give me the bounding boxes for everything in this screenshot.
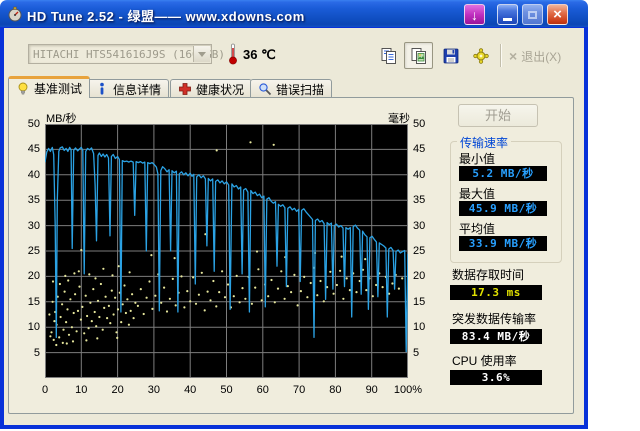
transfer-rate-groupbox: 传输速率 最小值 5.2 MB/秒 最大值 45.9 MB/秒 平均值 33.9… [450, 134, 562, 263]
min-label: 最小值 [459, 152, 496, 166]
tab-label: 健康状况 [196, 82, 245, 97]
axis-tick-label: 60 [256, 384, 269, 396]
max-label: 最大值 [459, 187, 496, 201]
drive-select-combobox[interactable]: HITACHI HTS541616J9S (160 GB) [28, 44, 225, 64]
y-axis-right-unit: 毫秒 [388, 113, 410, 125]
axis-tick-label: 40 [184, 384, 197, 396]
tab-label: 信息详情 [113, 82, 162, 97]
hdtune-window: HD Tune 2.52 - 绿盟—— www.xdowns.com ↓ × H… [0, 0, 588, 429]
minimize-button[interactable] [497, 4, 518, 25]
axis-tick-label: 10 [75, 384, 88, 396]
minimize-icon [503, 18, 512, 21]
combobox-dropdown-button[interactable] [193, 46, 210, 62]
axis-tick-label: 30 [27, 219, 40, 232]
transfer-rate-group-title: 传输速率 [457, 134, 512, 151]
tab-benchmark[interactable]: 基准测试 [8, 76, 91, 98]
down-arrow-icon: ↓ [471, 6, 478, 23]
health-cross-icon [179, 83, 191, 95]
avg-value: 33.9 MB/秒 [459, 236, 547, 251]
axis-tick-label: 10 [413, 321, 426, 334]
axis-tick-label: 10 [27, 321, 40, 334]
axis-tick-label: 30 [147, 384, 161, 396]
burst-rate-label: 突发数据传输率 [452, 312, 537, 326]
save-icon [443, 48, 458, 63]
axis-tick-label: 25 [413, 245, 426, 257]
lightbulb-icon [18, 82, 28, 94]
copy-screenshot-button[interactable] [404, 42, 433, 69]
axis-tick-label: 20 [111, 384, 124, 396]
tab-error-scan[interactable]: 错误扫描 [250, 79, 333, 98]
close-icon: × [553, 6, 562, 23]
axis-tick-label: 15 [27, 295, 40, 308]
axis-tick-label: 90 [365, 384, 378, 396]
axis-tick-label: 30 [413, 219, 426, 232]
save-button[interactable] [436, 42, 465, 69]
temperature-value: 36 ℃ [243, 47, 276, 62]
tab-health[interactable]: 健康状况 [170, 79, 253, 98]
axis-tick-label: 20 [27, 270, 40, 283]
benchmark-plot [44, 124, 409, 378]
axis-tick-label: 45 [27, 143, 40, 156]
access-time-value: 17.3 ms [450, 285, 542, 300]
axis-tick-label: 5 [413, 346, 420, 359]
axis-tick-label: 50 [27, 118, 40, 130]
axis-tick-label: 45 [413, 143, 426, 156]
axis-tick-label: 50 [220, 384, 233, 396]
axis-tick-label: 70 [292, 384, 306, 396]
close-button[interactable]: × [547, 4, 568, 25]
axis-tick-label: 50 [413, 118, 426, 130]
chevron-down-icon [198, 51, 206, 57]
window-title: HD Tune 2.52 - 绿盟—— www.xdowns.com [27, 9, 305, 24]
options-button[interactable] [466, 42, 495, 69]
exit-button[interactable]: × 退出(X) [509, 45, 561, 67]
titlebar[interactable]: HD Tune 2.52 - 绿盟—— www.xdowns.com ↓ × [0, 0, 588, 28]
cpu-usage-value: 3.6% [450, 370, 542, 385]
desktop: HD Tune 2.52 - 绿盟—— www.xdowns.com ↓ × H… [0, 0, 640, 431]
exit-x-icon: × [509, 48, 518, 64]
axis-tick-label: 35 [413, 194, 426, 207]
info-icon [100, 82, 104, 95]
axis-tick-label: 100% [393, 384, 423, 396]
max-value: 45.9 MB/秒 [459, 201, 547, 216]
maximize-icon [528, 10, 537, 19]
app-icon [8, 6, 22, 22]
maximize-button[interactable] [522, 4, 543, 25]
copy-text-button[interactable] [374, 42, 403, 69]
axis-tick-label: 35 [27, 194, 40, 207]
axis-tick-label: 20 [413, 270, 426, 283]
axis-tick-label: 80 [329, 384, 342, 396]
toolbar-separator [500, 44, 502, 67]
access-time-label: 数据存取时间 [452, 268, 525, 282]
axis-tick-label: 5 [33, 346, 40, 359]
tab-label: 基准测试 [34, 82, 83, 96]
axis-tick-label: 40 [27, 168, 40, 181]
thermometer-icon [229, 43, 237, 65]
avg-label: 平均值 [459, 222, 496, 236]
axis-tick-label: 15 [413, 295, 426, 308]
cpu-usage-label: CPU 使用率 [452, 354, 517, 368]
burst-rate-value: 83.4 MB/秒 [450, 329, 542, 344]
benchmark-chart [44, 124, 409, 383]
axis-tick-label: 25 [27, 245, 40, 257]
copy-image-icon [411, 47, 426, 64]
tab-label: 错误扫描 [276, 82, 325, 97]
options-icon [472, 47, 489, 64]
copy-icon [381, 47, 396, 64]
magnifier-icon [259, 83, 272, 96]
min-value: 5.2 MB/秒 [459, 166, 547, 181]
axis-tick-label: 40 [413, 168, 426, 181]
download-promo-button[interactable]: ↓ [464, 4, 485, 25]
y-axis-left-unit: MB/秒 [46, 113, 77, 125]
axis-tick-label: 0 [41, 384, 49, 396]
tab-info[interactable]: 信息详情 [87, 79, 170, 98]
start-button[interactable]: 开始 [458, 104, 538, 127]
exit-label: 退出(X) [521, 49, 562, 64]
